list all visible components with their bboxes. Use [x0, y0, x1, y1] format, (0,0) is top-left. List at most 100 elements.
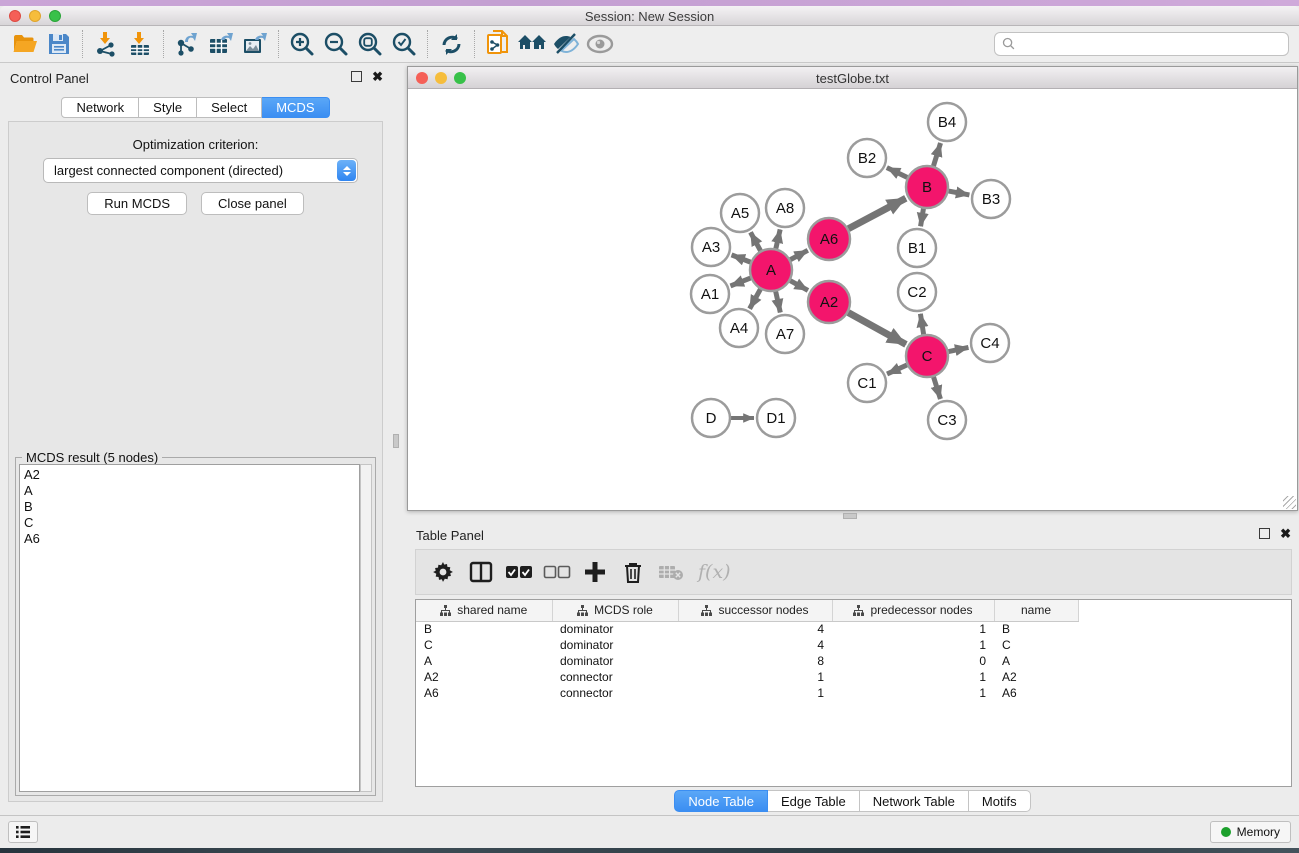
- node-B2[interactable]: B2: [848, 139, 886, 177]
- search-input[interactable]: [994, 32, 1289, 56]
- select-all-columns-icon[interactable]: [504, 557, 534, 587]
- table-cell[interactable]: A6: [416, 685, 552, 701]
- node-D[interactable]: D: [692, 399, 730, 437]
- table-cell[interactable]: connector: [552, 669, 678, 685]
- tab-style[interactable]: Style: [139, 97, 197, 118]
- table-cell[interactable]: B: [994, 621, 1078, 637]
- edge-C-C3[interactable]: [934, 377, 941, 399]
- resize-grip-icon[interactable]: [1283, 496, 1296, 509]
- zoom-fit-icon[interactable]: [353, 29, 387, 59]
- node-B3[interactable]: B3: [972, 180, 1010, 218]
- edge-C-C4[interactable]: [949, 347, 969, 351]
- close-panel-icon[interactable]: ✖: [372, 71, 383, 82]
- table-cell[interactable]: 0: [832, 653, 994, 669]
- node-A6[interactable]: A6: [808, 218, 850, 260]
- task-history-button[interactable]: [8, 821, 38, 843]
- edge-C-C1[interactable]: [887, 365, 907, 374]
- edge-A-A8[interactable]: [776, 229, 780, 248]
- show-all-eye-icon[interactable]: [583, 29, 617, 59]
- close-table-panel-icon[interactable]: ✖: [1280, 528, 1291, 539]
- node-A[interactable]: A: [750, 249, 792, 291]
- memory-button[interactable]: Memory: [1210, 821, 1291, 843]
- mcds-result-item[interactable]: B: [24, 499, 355, 515]
- split-column-icon[interactable]: [466, 557, 496, 587]
- table-cell[interactable]: connector: [552, 685, 678, 701]
- table-cell[interactable]: 1: [678, 669, 832, 685]
- node-A4[interactable]: A4: [720, 309, 758, 347]
- tab-edge-table[interactable]: Edge Table: [768, 790, 860, 812]
- split-handle-icon[interactable]: [393, 434, 399, 448]
- edge-B-B4[interactable]: [933, 143, 940, 166]
- result-scrollbar[interactable]: [360, 464, 372, 792]
- node-C2[interactable]: C2: [898, 273, 936, 311]
- tab-node-table[interactable]: Node Table: [674, 790, 768, 812]
- table-row[interactable]: A6connector11A6: [416, 685, 1094, 701]
- edge-B-B3[interactable]: [949, 191, 970, 195]
- node-C1[interactable]: C1: [848, 364, 886, 402]
- edge-B-B2[interactable]: [887, 168, 907, 178]
- edge-C-C2[interactable]: [920, 314, 923, 335]
- export-network-icon[interactable]: [170, 29, 204, 59]
- table-cell[interactable]: A2: [994, 669, 1078, 685]
- delete-column-trash-icon[interactable]: [618, 557, 648, 587]
- table-cell[interactable]: C: [416, 637, 552, 653]
- tab-motifs[interactable]: Motifs: [969, 790, 1031, 812]
- float-table-panel-icon[interactable]: [1259, 528, 1270, 539]
- table-row[interactable]: Cdominator41C: [416, 637, 1094, 653]
- zoom-in-icon[interactable]: [285, 29, 319, 59]
- table-cell[interactable]: 1: [832, 637, 994, 653]
- node-A1[interactable]: A1: [691, 275, 729, 313]
- table-cell[interactable]: A2: [416, 669, 552, 685]
- column-header-predecessor-nodes[interactable]: predecessor nodes: [832, 600, 994, 621]
- table-cell[interactable]: A: [994, 653, 1078, 669]
- home-icon[interactable]: [515, 29, 549, 59]
- mcds-result-list[interactable]: A2ABCA6: [19, 464, 360, 792]
- table-cell[interactable]: A6: [994, 685, 1078, 701]
- network-canvas[interactable]: B4B2BB3A5A8A6B1A3AC2A1A2A4A7C4CC1C3DD1: [408, 89, 1297, 510]
- criterion-select[interactable]: largest connected component (directed): [43, 158, 358, 183]
- edge-A-A2[interactable]: [790, 281, 808, 291]
- tab-mcds[interactable]: MCDS: [262, 97, 329, 118]
- run-mcds-button[interactable]: Run MCDS: [87, 192, 187, 215]
- export-image-icon[interactable]: [238, 29, 272, 59]
- node-A2[interactable]: A2: [808, 281, 850, 323]
- node-A8[interactable]: A8: [766, 189, 804, 227]
- table-cell[interactable]: 1: [832, 685, 994, 701]
- node-A7[interactable]: A7: [766, 315, 804, 353]
- split-divider[interactable]: [391, 64, 406, 815]
- zoom-selected-icon[interactable]: [387, 29, 421, 59]
- edge-A6-B[interactable]: [848, 198, 905, 228]
- zoom-out-icon[interactable]: [319, 29, 353, 59]
- float-panel-icon[interactable]: [351, 71, 362, 82]
- import-table-icon[interactable]: [123, 29, 157, 59]
- node-C3[interactable]: C3: [928, 401, 966, 439]
- refresh-layout-icon[interactable]: [434, 29, 468, 59]
- edge-A2-C[interactable]: [848, 313, 906, 345]
- table-row[interactable]: Bdominator41B: [416, 621, 1094, 637]
- column-header-name[interactable]: name: [994, 600, 1078, 621]
- table-cell[interactable]: B: [416, 621, 552, 637]
- node-D1[interactable]: D1: [757, 399, 795, 437]
- deselect-all-columns-icon[interactable]: [542, 557, 572, 587]
- tab-network[interactable]: Network: [61, 97, 139, 118]
- table-cell[interactable]: 4: [678, 621, 832, 637]
- table-cell[interactable]: A: [416, 653, 552, 669]
- edge-A-A4[interactable]: [750, 289, 761, 308]
- node-C4[interactable]: C4: [971, 324, 1009, 362]
- node-A3[interactable]: A3: [692, 228, 730, 266]
- table-row[interactable]: A2connector11A2: [416, 669, 1094, 685]
- split-handle-icon[interactable]: [843, 513, 857, 519]
- table-cell[interactable]: dominator: [552, 637, 678, 653]
- hide-selected-eye-icon[interactable]: [549, 29, 583, 59]
- node-B1[interactable]: B1: [898, 229, 936, 267]
- table-cell[interactable]: dominator: [552, 653, 678, 669]
- table-cell[interactable]: 1: [832, 669, 994, 685]
- node-B4[interactable]: B4: [928, 103, 966, 141]
- table-cell[interactable]: 4: [678, 637, 832, 653]
- edge-A-A5[interactable]: [751, 232, 761, 250]
- edge-A-A3[interactable]: [732, 255, 751, 262]
- mcds-result-item[interactable]: A6: [24, 531, 355, 547]
- edge-A-A7[interactable]: [776, 291, 781, 312]
- table-cell[interactable]: C: [994, 637, 1078, 653]
- edge-B-B1[interactable]: [921, 209, 924, 227]
